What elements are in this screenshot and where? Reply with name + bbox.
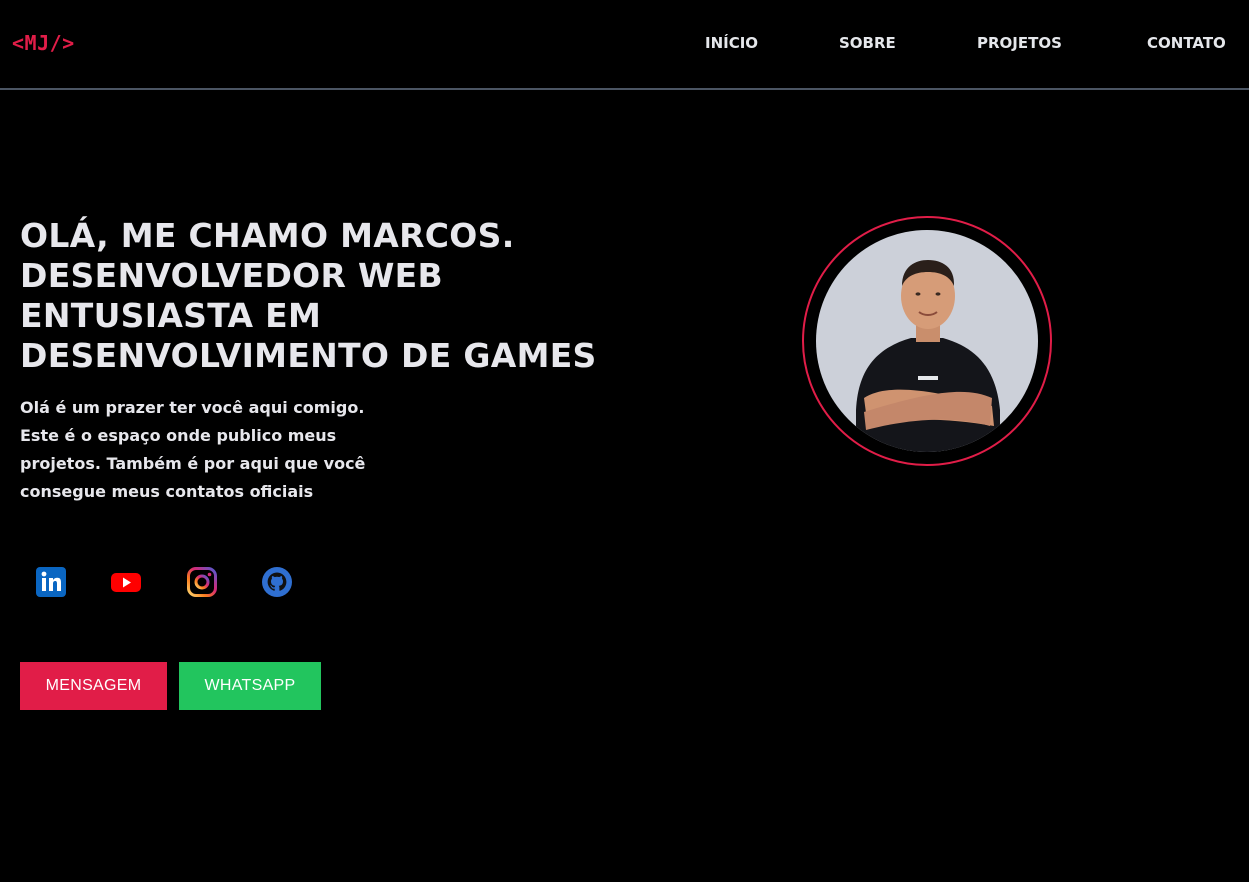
profile-photo-frame bbox=[802, 216, 1052, 466]
hero-intro-line: projetos. Também é por aqui que você bbox=[20, 454, 366, 473]
hero-title-line: DESENVOLVIMENTO DE GAMES bbox=[20, 336, 597, 375]
hero-intro-line: consegue meus contatos oficiais bbox=[20, 482, 314, 501]
hero-title-line: ENTUSIASTA EM bbox=[20, 296, 322, 335]
header-divider bbox=[0, 88, 1249, 90]
youtube-icon bbox=[111, 573, 141, 592]
site-header: <MJ/> INÍCIO SOBRE PROJETOS CONTATO bbox=[0, 0, 1249, 90]
github-link[interactable] bbox=[261, 566, 293, 598]
nav-item-inicio[interactable]: INÍCIO bbox=[705, 34, 758, 52]
instagram-icon bbox=[187, 567, 217, 597]
hero-intro: Olá é um prazer ter você aqui comigo. Es… bbox=[20, 394, 440, 506]
hero-intro-line: Este é o espaço onde publico meus bbox=[20, 426, 337, 445]
linkedin-icon bbox=[36, 567, 66, 597]
profile-photo bbox=[816, 230, 1038, 452]
hero-title-line: OLÁ, ME CHAMO MARCOS. bbox=[20, 216, 515, 255]
nav-item-sobre[interactable]: SOBRE bbox=[839, 34, 896, 52]
message-button[interactable]: MENSAGEM bbox=[20, 662, 167, 710]
site-logo[interactable]: <MJ/> bbox=[12, 31, 75, 55]
hero-intro-line: Olá é um prazer ter você aqui comigo. bbox=[20, 398, 365, 417]
instagram-link[interactable] bbox=[186, 566, 218, 598]
nav-item-projetos[interactable]: PROJETOS bbox=[977, 34, 1062, 52]
nav-item-contato[interactable]: CONTATO bbox=[1147, 34, 1226, 52]
youtube-link[interactable] bbox=[110, 566, 142, 598]
github-icon bbox=[262, 567, 292, 597]
whatsapp-button[interactable]: WHATSAPP bbox=[179, 662, 321, 710]
linkedin-link[interactable] bbox=[35, 566, 67, 598]
hero-title: OLÁ, ME CHAMO MARCOS. DESENVOLVEDOR WEB … bbox=[20, 216, 720, 376]
hero-title-line: DESENVOLVEDOR WEB bbox=[20, 256, 443, 295]
